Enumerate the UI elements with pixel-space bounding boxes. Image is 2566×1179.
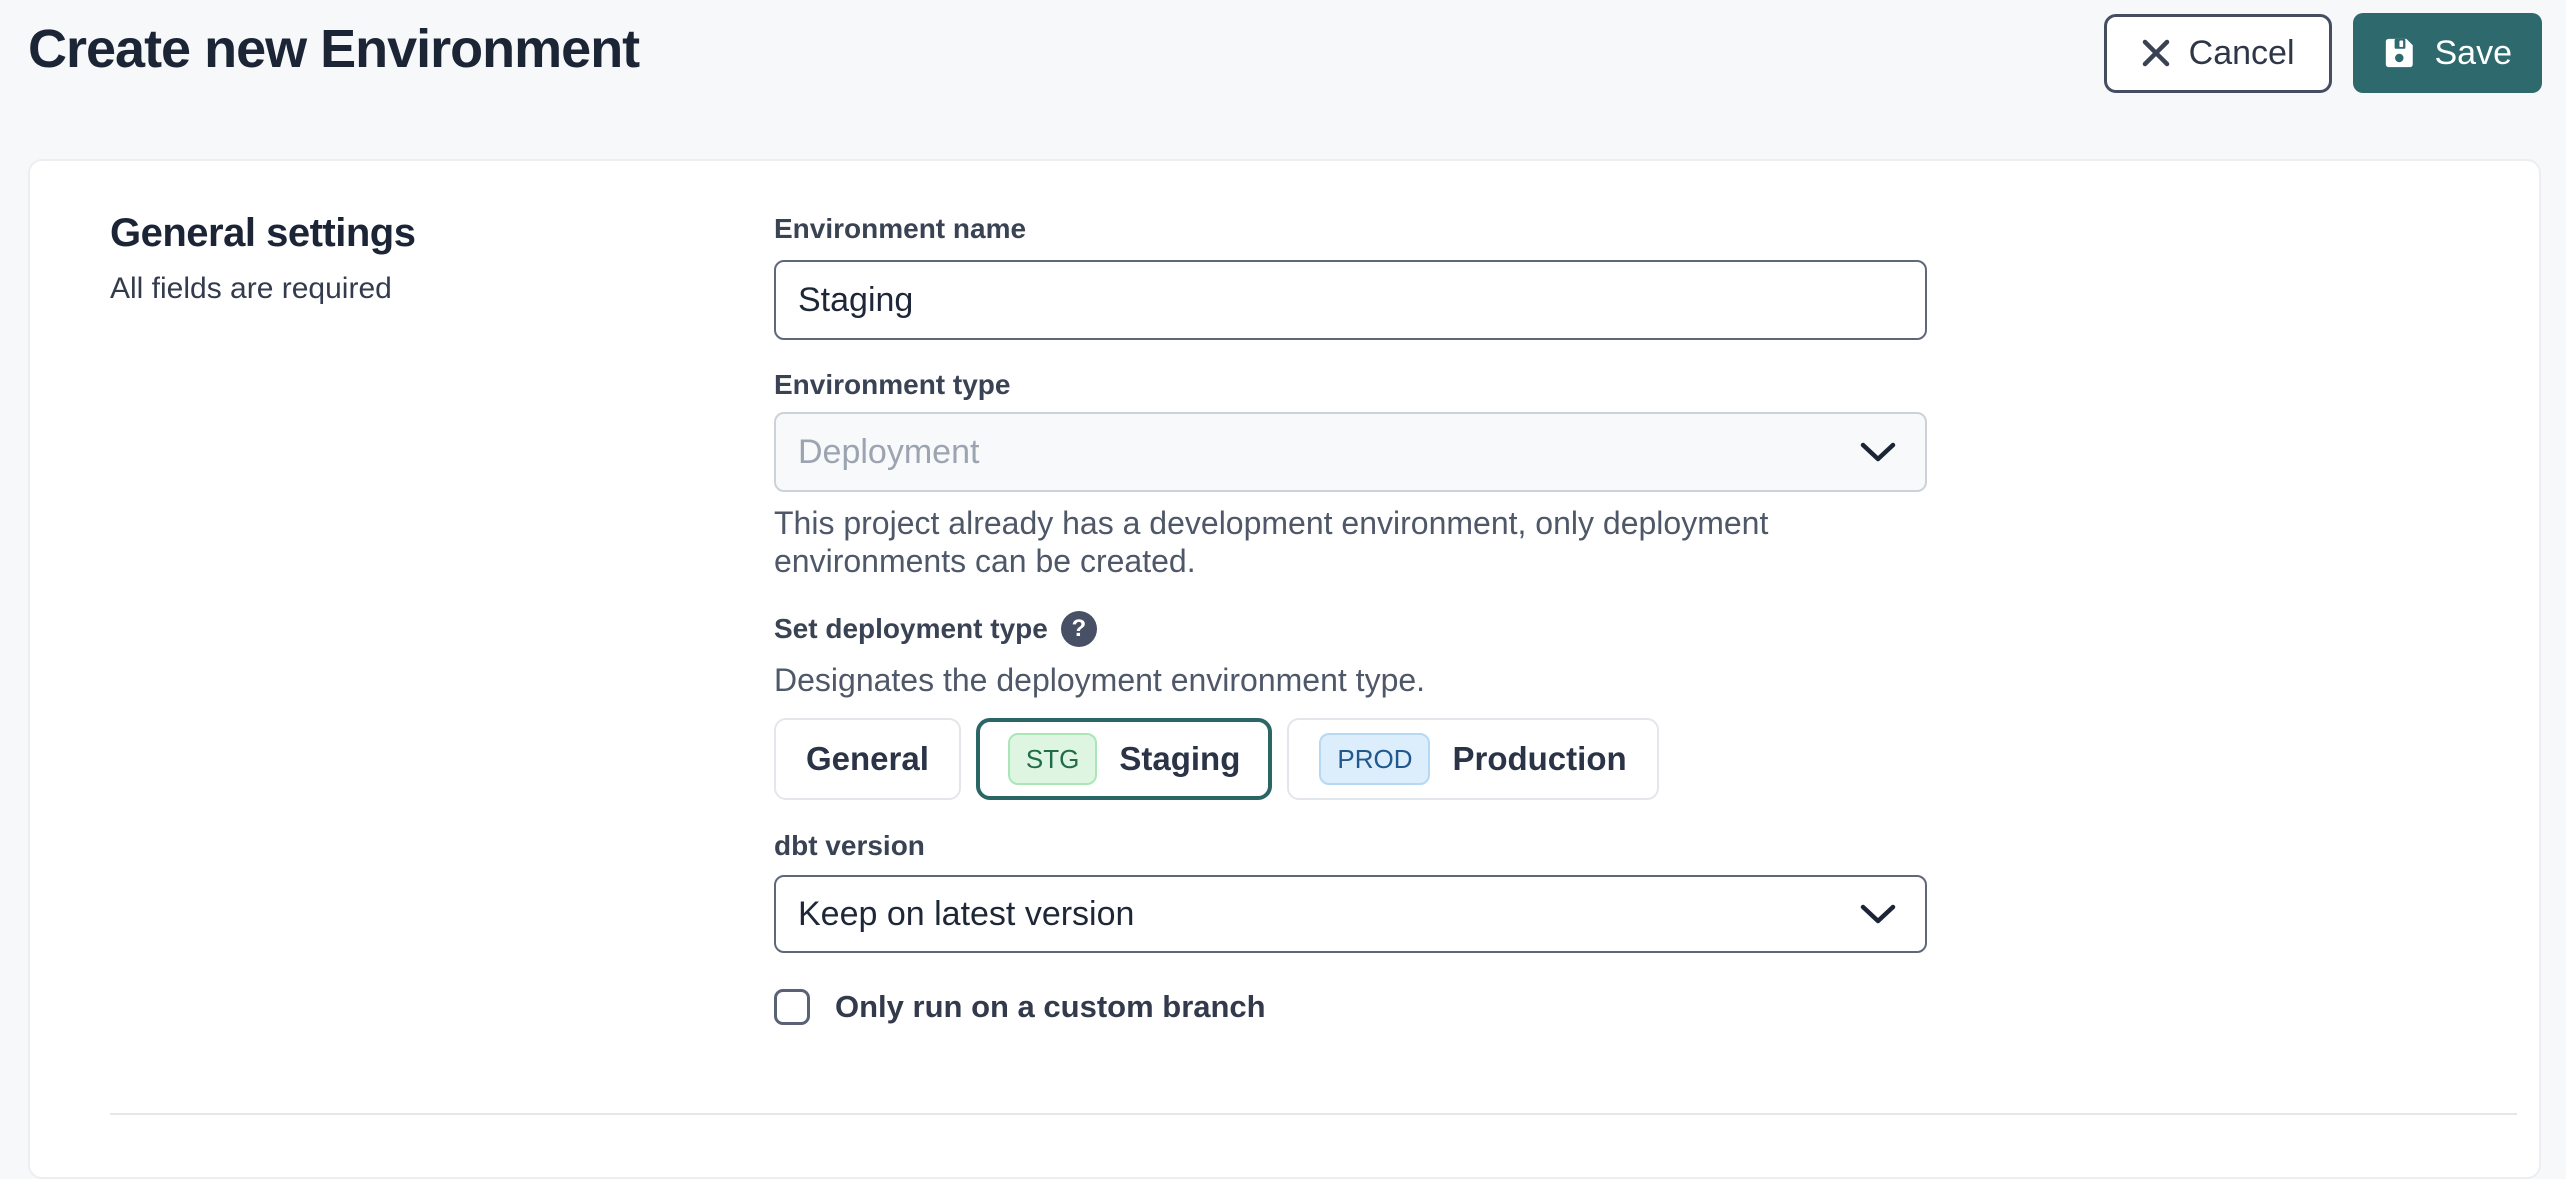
environment-type-label: Environment type (774, 371, 1927, 399)
deployment-type-description: Designates the deployment environment ty… (774, 661, 1927, 699)
deployment-type-option-general[interactable]: General (774, 718, 961, 800)
environment-form: Environment name Environment type Deploy… (774, 211, 1927, 1025)
dbt-version-label: dbt version (774, 832, 1927, 860)
deployment-type-option-production-label: Production (1452, 740, 1626, 778)
stg-badge: STG (1008, 733, 1097, 785)
save-button-label: Save (2435, 34, 2513, 73)
environment-name-label: Environment name (774, 215, 1927, 243)
deployment-type-label: Set deployment type (774, 615, 1048, 643)
page-title: Create new Environment (28, 18, 639, 80)
question-circle-icon[interactable]: ? (1061, 611, 1097, 647)
save-button[interactable]: Save (2353, 13, 2543, 93)
custom-branch-checkbox[interactable] (774, 989, 810, 1025)
deployment-type-option-staging-label: Staging (1119, 740, 1240, 778)
header-actions: Cancel Save (2104, 13, 2542, 93)
deployment-type-options: General STG Staging PROD Production (774, 718, 1927, 800)
chevron-down-icon (1859, 441, 1897, 463)
environment-type-value: Deployment (798, 433, 979, 472)
section-divider (110, 1113, 2517, 1115)
deployment-type-label-row: Set deployment type ? (774, 611, 1927, 647)
dbt-version-select[interactable]: Keep on latest version (774, 875, 1927, 953)
dbt-version-value: Keep on latest version (798, 895, 1134, 934)
cancel-button[interactable]: Cancel (2104, 14, 2332, 93)
cancel-button-label: Cancel (2189, 34, 2295, 73)
prod-badge: PROD (1319, 733, 1430, 785)
deployment-type-option-general-label: General (806, 740, 929, 778)
section-title: General settings (110, 211, 774, 256)
page-header: Create new Environment Cancel Save (0, 0, 2566, 110)
environment-name-input[interactable] (774, 260, 1927, 340)
custom-branch-label: Only run on a custom branch (835, 989, 1266, 1025)
general-settings-card: General settings All fields are required… (28, 159, 2541, 1179)
deployment-type-option-production[interactable]: PROD Production (1287, 718, 1658, 800)
floppy-disk-icon (2383, 36, 2417, 70)
environment-type-select[interactable]: Deployment (774, 412, 1927, 492)
deployment-type-option-staging[interactable]: STG Staging (976, 718, 1272, 800)
environment-type-help: This project already has a development e… (774, 504, 1927, 580)
chevron-down-icon (1859, 903, 1897, 925)
x-icon (2141, 38, 2171, 68)
section-header: General settings All fields are required (110, 211, 774, 1025)
custom-branch-row: Only run on a custom branch (774, 989, 1927, 1025)
section-subtitle: All fields are required (110, 272, 774, 306)
